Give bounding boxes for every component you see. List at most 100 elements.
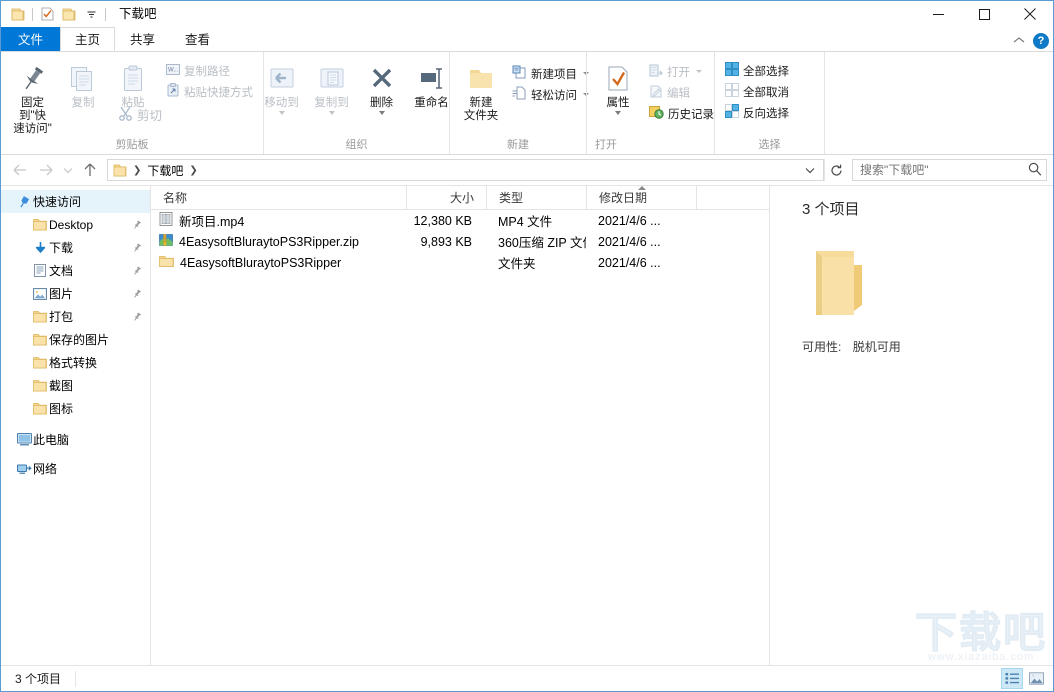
pin-icon[interactable]	[130, 289, 144, 299]
tab-file[interactable]: 文件	[1, 27, 61, 51]
tab-home[interactable]: 主页	[60, 27, 116, 51]
new-folder-icon[interactable]	[58, 3, 80, 25]
sidebar-item-this-pc[interactable]: 此电脑	[1, 428, 150, 451]
breadcrumb-separator-1[interactable]: ❯	[130, 165, 144, 176]
open-button[interactable]: 打开	[645, 61, 718, 82]
customize-caret-icon[interactable]	[80, 3, 102, 25]
table-row[interactable]: 4EasysoftBluraytoPS3Ripper 文件夹 2021/4/6 …	[151, 252, 769, 273]
column-header-type[interactable]: 类型	[486, 185, 586, 210]
sidebar-item-label: 保存的图片	[49, 333, 110, 347]
collapse-ribbon-button[interactable]	[1013, 34, 1025, 48]
sidebar-item-downloads[interactable]: 下载	[1, 236, 150, 259]
column-headers: 名称 大小 类型 修改日期	[151, 185, 769, 210]
sidebar-item-network[interactable]: 网络	[1, 457, 150, 480]
sidebar-item-format-convert[interactable]: 格式转换	[1, 351, 150, 374]
sidebar-item-pictures[interactable]: 图片	[1, 282, 150, 305]
move-to-button[interactable]: 移动到	[257, 57, 307, 115]
refresh-button[interactable]	[824, 159, 848, 181]
back-button[interactable]	[7, 158, 33, 182]
easy-access-label: 轻松访问	[531, 89, 577, 102]
pin-icon[interactable]	[130, 243, 144, 253]
select-none-button[interactable]: 全部取消	[721, 81, 793, 102]
breadcrumb-item-0[interactable]: 下载吧	[144, 160, 186, 180]
delete-caret-icon[interactable]	[378, 111, 385, 115]
new-folder-label: 新建 文件夹	[463, 97, 499, 122]
pin-icon[interactable]	[130, 220, 144, 230]
breadcrumb[interactable]: ❯ 下载吧 ❯	[107, 159, 824, 181]
column-header-name[interactable]: 名称	[151, 186, 406, 210]
search-input[interactable]	[860, 163, 1028, 177]
sidebar-item-quick-access[interactable]: 快速访问	[1, 190, 150, 213]
file-name: 新项目.mp4	[179, 215, 245, 229]
column-header-modified[interactable]: 修改日期	[586, 185, 696, 210]
breadcrumb-separator-2[interactable]: ❯	[186, 165, 200, 176]
quick-access-star-icon	[15, 195, 33, 209]
minimize-button[interactable]	[915, 1, 961, 27]
new-folder-button[interactable]: 新建 文件夹	[456, 57, 506, 123]
invert-selection-button[interactable]: 反向选择	[721, 102, 793, 123]
sidebar-item-screenshots[interactable]: 截图	[1, 374, 150, 397]
copy-path-button[interactable]: W... 复制路径	[162, 60, 257, 81]
help-button[interactable]: ?	[1033, 33, 1049, 49]
easy-access-button[interactable]: 轻松访问	[508, 84, 593, 105]
copy-icon	[69, 60, 97, 94]
ribbon: 固定到"快 速访问" 复制 粘贴 W... 复制路径 粘贴快捷方式 剪切 剪贴板…	[1, 51, 1053, 155]
sidebar-item-saved-pictures[interactable]: 保存的图片	[1, 328, 150, 351]
delete-button[interactable]: 删除	[357, 57, 407, 115]
tab-view[interactable]: 查看	[170, 27, 225, 51]
table-row[interactable]: 4EasysoftBluraytoPS3Ripper.zip 9,893 KB …	[151, 231, 769, 252]
sidebar-item-label: 格式转换	[49, 356, 98, 370]
open-caret-icon[interactable]	[696, 70, 702, 73]
documents-icon	[31, 264, 49, 277]
select-none-icon	[725, 83, 739, 100]
address-dropdown-icon[interactable]	[799, 160, 821, 180]
search-box[interactable]	[852, 159, 1047, 181]
column-header-size[interactable]: 大小	[406, 185, 486, 210]
large-icons-view-button[interactable]	[1025, 668, 1047, 689]
sidebar-item-packing[interactable]: 打包	[1, 305, 150, 328]
forward-button[interactable]	[33, 158, 59, 182]
paste-shortcut-button[interactable]: 粘贴快捷方式	[162, 81, 257, 102]
details-availability-label: 可用性:	[802, 340, 842, 354]
up-button[interactable]	[77, 158, 103, 182]
details-title: 3 个项目	[802, 201, 860, 218]
copy-to-caret-icon[interactable]	[328, 111, 335, 115]
select-all-button[interactable]: 全部选择	[721, 60, 793, 81]
folder-icon	[31, 356, 49, 369]
new-item-button[interactable]: 新建项目	[508, 63, 593, 84]
edit-button[interactable]: 编辑	[645, 82, 718, 103]
maximize-button[interactable]	[961, 1, 1007, 27]
sidebar-item-icons[interactable]: 图标	[1, 397, 150, 420]
select-none-label: 全部取消	[743, 86, 789, 99]
recent-locations-button[interactable]	[59, 158, 77, 182]
properties-button[interactable]: 属性	[593, 57, 643, 115]
edit-icon	[649, 85, 663, 101]
search-icon[interactable]	[1028, 162, 1042, 179]
folder-icon[interactable]	[7, 3, 29, 25]
folder-icon	[31, 402, 49, 415]
title-bar: 下载吧	[1, 1, 1053, 27]
breadcrumb-root-icon[interactable]	[110, 160, 130, 180]
table-row[interactable]: 新项目.mp4 12,380 KB MP4 文件 2021/4/6 ...	[151, 210, 769, 231]
cut-button[interactable]: 剪切	[114, 104, 257, 125]
details-view-button[interactable]	[1001, 668, 1023, 689]
history-button[interactable]: 历史记录	[645, 103, 718, 124]
status-bar: 3 个项目	[1, 665, 1053, 691]
sidebar-item-desktop[interactable]: Desktop	[1, 213, 150, 236]
close-button[interactable]	[1007, 1, 1053, 27]
pin-icon[interactable]	[130, 312, 144, 322]
paste-button[interactable]: 粘贴	[108, 57, 158, 110]
move-to-caret-icon[interactable]	[278, 111, 285, 115]
folder-icon	[31, 379, 49, 392]
tab-share[interactable]: 共享	[115, 27, 170, 51]
copy-to-button[interactable]: 复制到	[307, 57, 357, 115]
properties-caret-icon[interactable]	[615, 111, 621, 115]
pin-icon[interactable]	[130, 266, 144, 276]
ribbon-filler	[824, 52, 1053, 154]
details-availability: 可用性: 脱机可用	[802, 338, 901, 355]
pin-to-quick-access-button[interactable]: 固定到"快 速访问"	[7, 57, 58, 136]
properties-icon[interactable]	[36, 3, 58, 25]
copy-button[interactable]: 复制	[58, 57, 108, 110]
sidebar-item-documents[interactable]: 文档	[1, 259, 150, 282]
copy-to-icon	[317, 60, 347, 94]
